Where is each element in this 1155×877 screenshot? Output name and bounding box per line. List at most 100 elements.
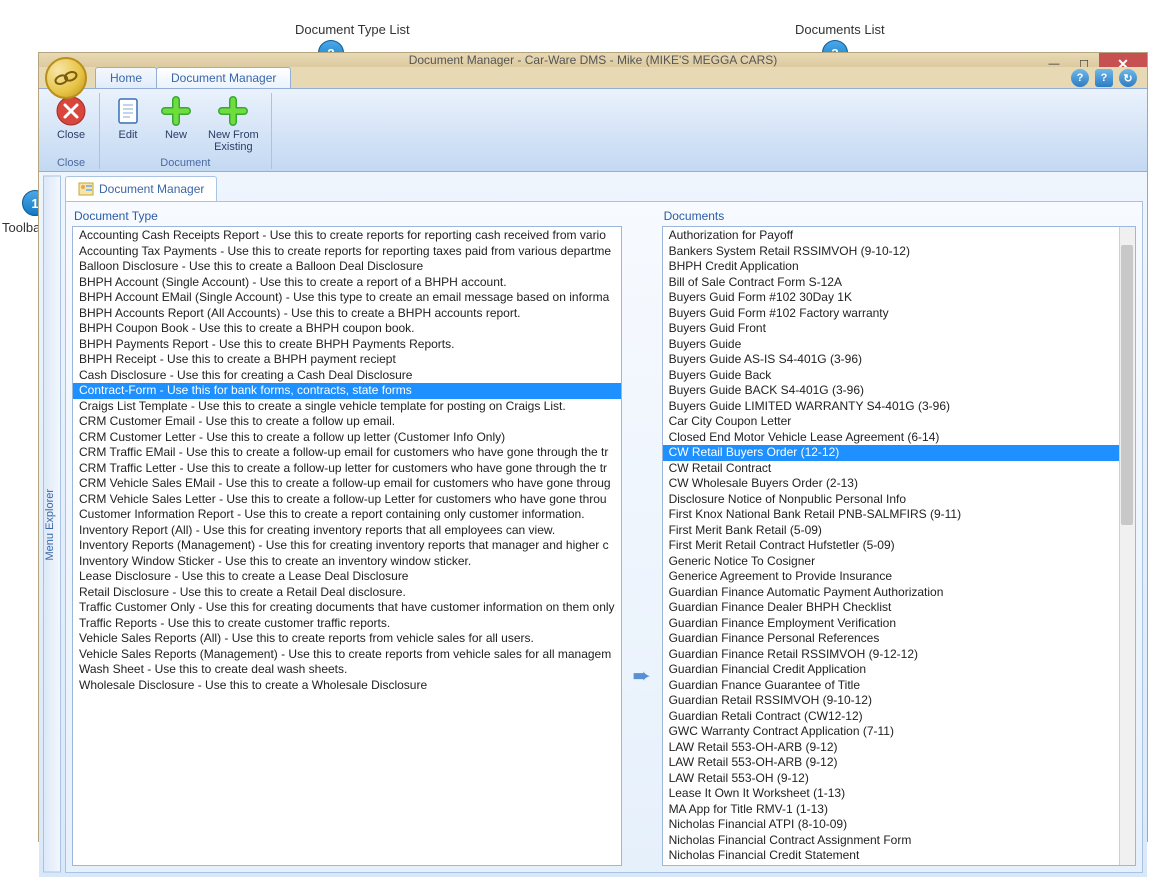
panel-left-title: Document Type	[72, 206, 622, 226]
list-item[interactable]: Guardian Retali Contract (CW12-12)	[663, 709, 1119, 725]
list-item[interactable]: Closed End Motor Vehicle Lease Agreement…	[663, 430, 1119, 446]
list-item[interactable]: CW Wholesale Buyers Order (2-13)	[663, 476, 1119, 492]
list-item[interactable]: Inventory Reports (Management) - Use thi…	[73, 538, 621, 554]
app-orb[interactable]	[45, 57, 87, 99]
list-item[interactable]: Buyers Guide	[663, 337, 1119, 353]
list-item[interactable]: Disclosure Notice of Nonpublic Personal …	[663, 492, 1119, 508]
tab-home[interactable]: Home	[95, 67, 157, 88]
list-item[interactable]: Guardian Finance Dealer BHPH Checklist	[663, 600, 1119, 616]
list-item[interactable]: CRM Vehicle Sales EMail - Use this to cr…	[73, 476, 621, 492]
ribbon-group-close: Close Close	[43, 93, 100, 169]
list-item[interactable]: Inventory Window Sticker - Use this to c…	[73, 554, 621, 570]
list-item[interactable]: CRM Customer Email - Use this to create …	[73, 414, 621, 430]
list-item[interactable]: First Merit Retail Contract Hufstetler (…	[663, 538, 1119, 554]
document-manager-tab[interactable]: Document Manager	[65, 176, 217, 201]
panel-right-title: Documents	[662, 206, 1136, 226]
list-item[interactable]: LAW Retail 553-OH (9-12)	[663, 771, 1119, 787]
list-item[interactable]: Wash Sheet - Use this to create deal was…	[73, 662, 621, 678]
list-item[interactable]: Guardian Finance Personal References	[663, 631, 1119, 647]
help-icon[interactable]: ?	[1071, 69, 1089, 87]
titlebar: Document Manager - Car-Ware DMS - Mike (…	[39, 53, 1147, 67]
list-item[interactable]: CRM Customer Letter - Use this to create…	[73, 430, 621, 446]
list-item[interactable]: BHPH Accounts Report (All Accounts) - Us…	[73, 306, 621, 322]
help-icons: ? ? ↻	[1071, 69, 1137, 87]
list-item[interactable]: Accounting Cash Receipts Report - Use th…	[73, 228, 621, 244]
list-item[interactable]: Authorization for Payoff	[663, 228, 1119, 244]
scroll-thumb[interactable]	[1121, 245, 1133, 525]
list-item[interactable]: Cash Disclosure - Use this for creating …	[73, 368, 621, 384]
list-item[interactable]: Bill of Sale Contract Form S-12A	[663, 275, 1119, 291]
list-item[interactable]: Inventory Report (All) - Use this for cr…	[73, 523, 621, 539]
list-item[interactable]: CW Retail Contract	[663, 461, 1119, 477]
list-item[interactable]: Contract-Form - Use this for bank forms,…	[73, 383, 621, 399]
list-item[interactable]: First Knox National Bank Retail PNB-SALM…	[663, 507, 1119, 523]
tab-document-manager[interactable]: Document Manager	[156, 67, 291, 88]
list-item[interactable]: Wholesale Disclosure - Use this to creat…	[73, 678, 621, 694]
new-button[interactable]: New	[154, 93, 198, 155]
list-item[interactable]: Generic Notice To Cosigner	[663, 554, 1119, 570]
list-item[interactable]: Buyers Guide AS-IS S4-401G (3-96)	[663, 352, 1119, 368]
list-item[interactable]: Traffic Reports - Use this to create cus…	[73, 616, 621, 632]
list-item[interactable]: BHPH Account (Single Account) - Use this…	[73, 275, 621, 291]
list-item[interactable]: Guardian Finance Employment Verification	[663, 616, 1119, 632]
list-item[interactable]: Craigs List Template - Use this to creat…	[73, 399, 621, 415]
ribbon-group-doc-label: Document	[106, 155, 265, 169]
list-item[interactable]: Vehicle Sales Reports (All) - Use this t…	[73, 631, 621, 647]
new-label: New	[165, 129, 187, 141]
list-item[interactable]: Generice Agreement to Provide Insurance	[663, 569, 1119, 585]
list-item[interactable]: Buyers Guide Back	[663, 368, 1119, 384]
list-item[interactable]: BHPH Credit Application	[663, 259, 1119, 275]
list-item[interactable]: Buyers Guide BACK S4-401G (3-96)	[663, 383, 1119, 399]
document-icon	[112, 95, 144, 127]
edit-button[interactable]: Edit	[106, 93, 150, 155]
list-item[interactable]: Lease It Own It Worksheet (1-13)	[663, 786, 1119, 802]
list-item[interactable]: Nicholas Financial Contract Assignment F…	[663, 833, 1119, 849]
list-item[interactable]: LAW Retail 553-OH-ARB (9-12)	[663, 740, 1119, 756]
list-item[interactable]: Nicholas Financial ATPI (8-10-09)	[663, 817, 1119, 833]
refresh-icon[interactable]: ↻	[1119, 69, 1137, 87]
list-item[interactable]: Buyers Guid Form #102 30Day 1K	[663, 290, 1119, 306]
list-item[interactable]: BHPH Payments Report - Use this to creat…	[73, 337, 621, 353]
list-item[interactable]: Vehicle Sales Reports (Management) - Use…	[73, 647, 621, 663]
list-item[interactable]: Balloon Disclosure - Use this to create …	[73, 259, 621, 275]
list-item[interactable]: Traffic Customer Only - Use this for cre…	[73, 600, 621, 616]
list-item[interactable]: Accounting Tax Payments - Use this to cr…	[73, 244, 621, 260]
list-item[interactable]: Buyers Guide LIMITED WARRANTY S4-401G (3…	[663, 399, 1119, 415]
list-item[interactable]: MA App for Title RMV-1 (1-13)	[663, 802, 1119, 818]
list-item[interactable]: Guardian Finance Automatic Payment Autho…	[663, 585, 1119, 601]
vertical-scrollbar[interactable]	[1119, 227, 1135, 865]
new-from-existing-button[interactable]: New From Existing	[202, 93, 265, 155]
documents-listbox[interactable]: Authorization for PayoffBankers System R…	[662, 226, 1136, 866]
list-item[interactable]: Buyers Guid Front	[663, 321, 1119, 337]
new-from-label: New From Existing	[208, 129, 259, 153]
panel-documents: Documents Authorization for PayoffBanker…	[662, 206, 1136, 866]
list-item[interactable]: CRM Vehicle Sales Letter - Use this to c…	[73, 492, 621, 508]
list-item[interactable]: Guardian Financial Credit Application	[663, 662, 1119, 678]
list-item[interactable]: CRM Traffic EMail - Use this to create a…	[73, 445, 621, 461]
list-item[interactable]: BHPH Coupon Book - Use this to create a …	[73, 321, 621, 337]
link-icon	[53, 68, 80, 87]
help-about-icon[interactable]: ?	[1095, 69, 1113, 87]
document-type-listbox[interactable]: Accounting Cash Receipts Report - Use th…	[72, 226, 622, 866]
list-item[interactable]: LAW Retail 553-OH-ARB (9-12)	[663, 755, 1119, 771]
list-item[interactable]: Lease Disclosure - Use this to create a …	[73, 569, 621, 585]
list-item[interactable]: Bankers System Retail RSSIMVOH (9-10-12)	[663, 244, 1119, 260]
list-item[interactable]: CRM Traffic Letter - Use this to create …	[73, 461, 621, 477]
list-item[interactable]: Guardian Finance Retail RSSIMVOH (9-12-1…	[663, 647, 1119, 663]
list-item[interactable]: Customer Information Report - Use this t…	[73, 507, 621, 523]
window-title: Document Manager - Car-Ware DMS - Mike (…	[39, 53, 1147, 67]
list-item[interactable]: BHPH Account EMail (Single Account) - Us…	[73, 290, 621, 306]
list-item[interactable]: Car City Coupon Letter	[663, 414, 1119, 430]
list-item[interactable]: First Merit Bank Retail (5-09)	[663, 523, 1119, 539]
list-item[interactable]: Buyers Guid Form #102 Factory warranty	[663, 306, 1119, 322]
close-button[interactable]: Close	[49, 93, 93, 155]
list-item[interactable]: Guardian Fnance Guarantee of Title	[663, 678, 1119, 694]
menu-explorer-tab[interactable]: Menu Explorer	[43, 176, 61, 873]
list-item[interactable]: Guardian Retail RSSIMVOH (9-10-12)	[663, 693, 1119, 709]
edit-label: Edit	[119, 129, 138, 141]
list-item[interactable]: GWC Warranty Contract Application (7-11)	[663, 724, 1119, 740]
arrow-column: ➨	[628, 206, 656, 866]
list-item[interactable]: Retail Disclosure - Use this to create a…	[73, 585, 621, 601]
list-item[interactable]: BHPH Receipt - Use this to create a BHPH…	[73, 352, 621, 368]
list-item[interactable]: CW Retail Buyers Order (12-12)	[663, 445, 1119, 461]
